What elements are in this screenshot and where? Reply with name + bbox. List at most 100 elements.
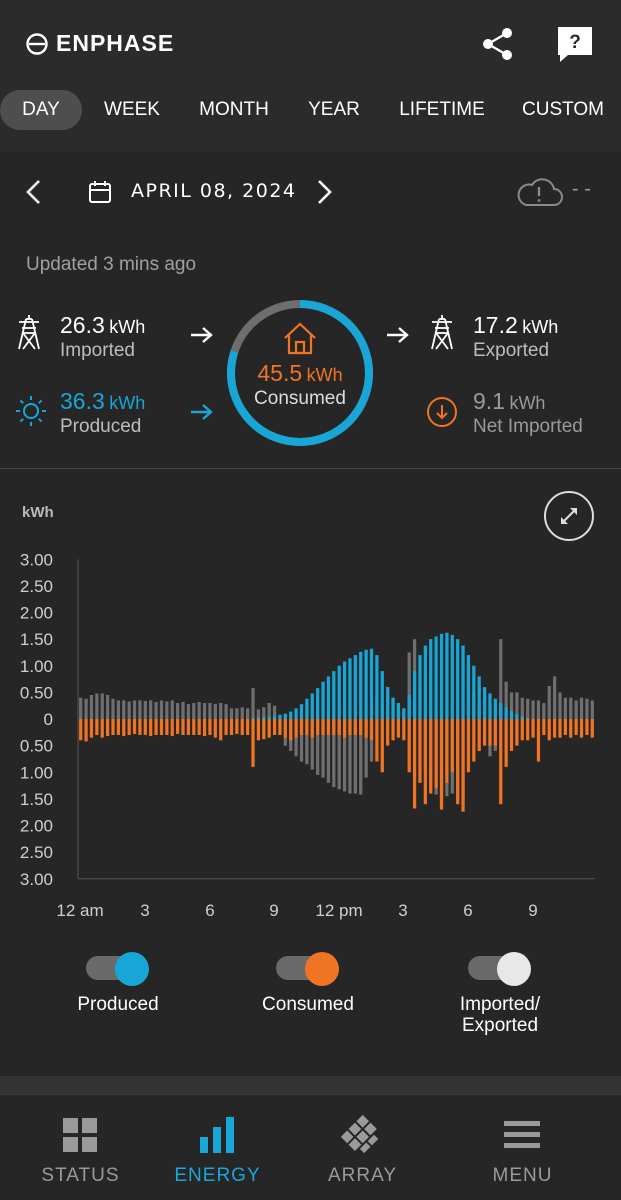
chart-bar [197,719,201,735]
switch-knob [497,952,531,986]
chart-bar [439,633,444,719]
consumed-label: Consumed [254,388,346,409]
chart-bar [305,698,309,719]
chart-bar [138,719,142,735]
imported-exported-switch[interactable] [468,952,532,986]
chart-bar [240,719,244,735]
chart-bar [332,719,336,735]
chart-bar [170,719,174,737]
consumed-unit: kWh [306,365,343,385]
chart-bar [348,658,352,719]
selected-date[interactable]: APRIL 08, 2024 [131,180,297,202]
chart-bar [95,693,99,719]
chart-bar [531,700,535,719]
chart-bar [278,714,282,719]
y-tick-label: 1.00 [20,763,53,782]
exported-value: 17.2 [473,312,518,338]
toggle-label-consumed: Consumed [262,994,354,1015]
imported-value: 26.3 [60,312,105,338]
chart-bar [558,692,562,720]
chart-bar [515,719,519,746]
chart-bar [202,719,207,737]
chart-bar [531,719,535,738]
chart-bar [423,719,427,805]
chart-bar [224,704,228,719]
tab-day[interactable]: DAY [0,90,82,130]
chart-bar [466,655,471,719]
chevron-left-icon[interactable] [24,178,44,206]
consumed-stat: 45.5 kWh Consumed [225,298,375,448]
chevron-right-icon[interactable] [314,178,334,206]
chart-bar [526,719,530,741]
chart-bar [461,645,465,719]
chart-bar [192,703,196,719]
chart-bar [149,700,153,719]
exported-label: Exported [473,340,550,361]
toggle-produced[interactable]: Produced [48,952,188,1015]
chart-bar [386,719,390,746]
nav-array[interactable]: ARRAY [285,1095,440,1200]
x-tick-label: 3 [140,901,149,920]
chart-bar [396,719,401,738]
chart-bar [310,693,314,719]
net-value: 9.1 [473,388,505,414]
produced-unit: kWh [109,393,146,413]
chart-bar [202,703,207,719]
chart-bar [380,719,384,773]
chart-bar [197,701,201,719]
chart-bar [509,719,514,751]
chart-bar [504,719,508,767]
grid-icon [63,1118,97,1152]
chart-bar [106,695,110,719]
chart-bar [89,695,94,719]
toggle-consumed[interactable]: Consumed [238,952,378,1015]
chart-bar [412,719,417,809]
grid-tower-icon [18,315,40,350]
chart-bar [429,639,433,720]
consumed-switch[interactable] [276,952,340,986]
chart-bar [585,719,589,735]
imported-stat: 26.3 kWh Imported [60,312,145,362]
tab-lifetime[interactable]: LIFETIME [396,90,488,130]
tab-week[interactable]: WEEK [96,90,168,130]
chart-unit-label: kWh [22,504,54,521]
expand-chart-button[interactable] [544,491,594,541]
chart-bar [488,719,492,746]
nav-energy[interactable]: ENERGY [140,1095,295,1200]
chart-bar [181,719,185,735]
chart-bar [186,719,191,735]
chart-bar [267,716,271,719]
chart-bar [132,700,137,719]
toggle-imported-exported[interactable]: Imported/ Exported [430,952,570,1036]
chart-bar [283,713,287,720]
chart-bar [149,719,153,737]
chart-bar [143,700,147,720]
chart-bar [456,719,460,805]
expand-icon [561,508,577,524]
date-navigator: APRIL 08, 2024 - - [0,152,621,232]
chart-bar [229,719,234,735]
help-icon[interactable]: ? [556,25,594,63]
produced-switch[interactable] [86,952,150,986]
x-tick-label: 3 [398,901,407,920]
bar-chart-icon [200,1117,234,1153]
chart-bar [326,719,331,735]
chart-bar [122,700,126,719]
chart-bar [272,719,277,735]
nav-menu[interactable]: MENU [445,1095,600,1200]
chart-bar [154,701,158,719]
chart-bar [526,698,530,719]
y-tick-label: 1.00 [20,657,53,676]
y-tick-label: 0.50 [20,683,53,702]
chart-bar [321,681,325,719]
chart-bar [235,719,239,734]
chart-bar [369,648,374,719]
calendar-icon[interactable] [88,180,112,204]
nav-status[interactable]: STATUS [3,1095,158,1200]
share-icon[interactable] [480,26,516,62]
tab-year[interactable]: YEAR [302,90,366,130]
tab-month[interactable]: MONTH [196,90,272,130]
tab-custom[interactable]: CUSTOM [520,90,606,130]
chart-bar [515,714,519,719]
chart-bar [590,719,594,738]
